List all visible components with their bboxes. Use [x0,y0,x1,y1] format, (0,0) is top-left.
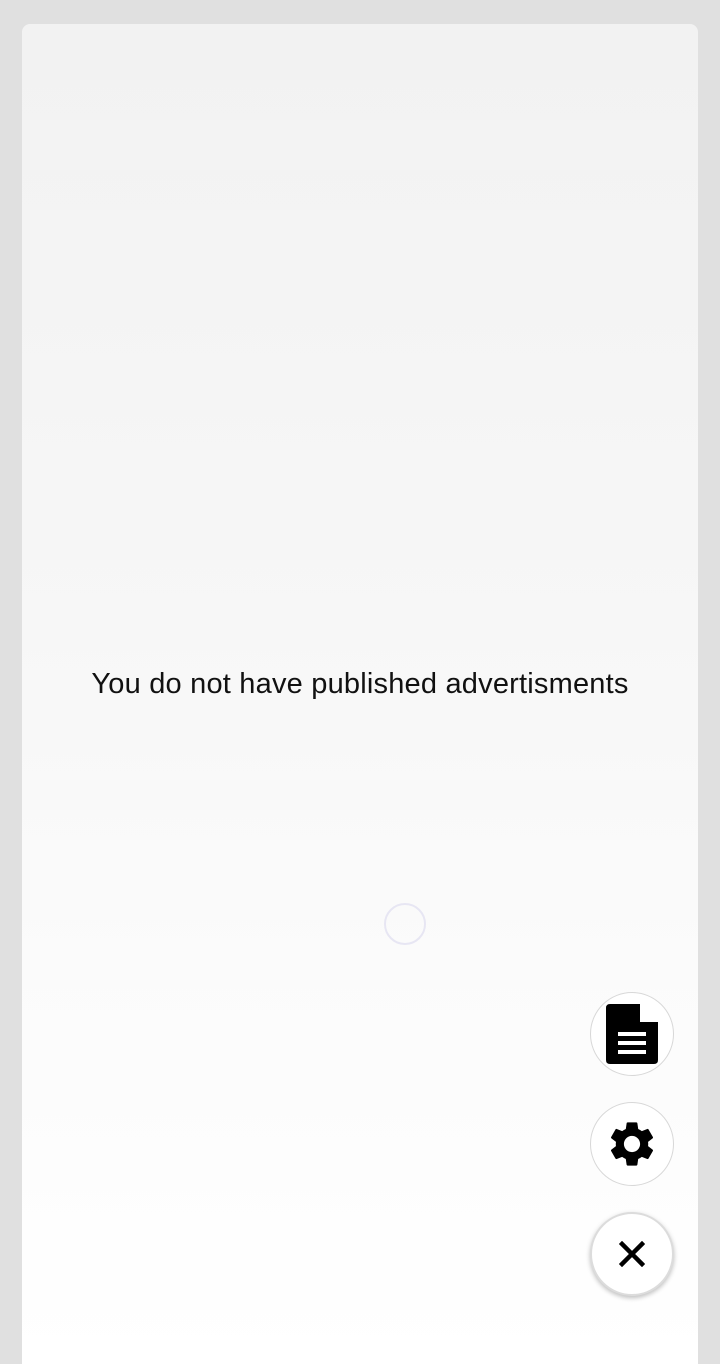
gear-icon [605,1117,659,1171]
close-icon [619,1241,645,1267]
loading-spinner [384,903,426,945]
empty-state-message: You do not have published advertisments [91,668,629,700]
documents-button[interactable] [590,992,674,1076]
document-icon [606,1004,658,1064]
settings-button[interactable] [590,1102,674,1186]
close-menu-button[interactable] [590,1212,674,1296]
